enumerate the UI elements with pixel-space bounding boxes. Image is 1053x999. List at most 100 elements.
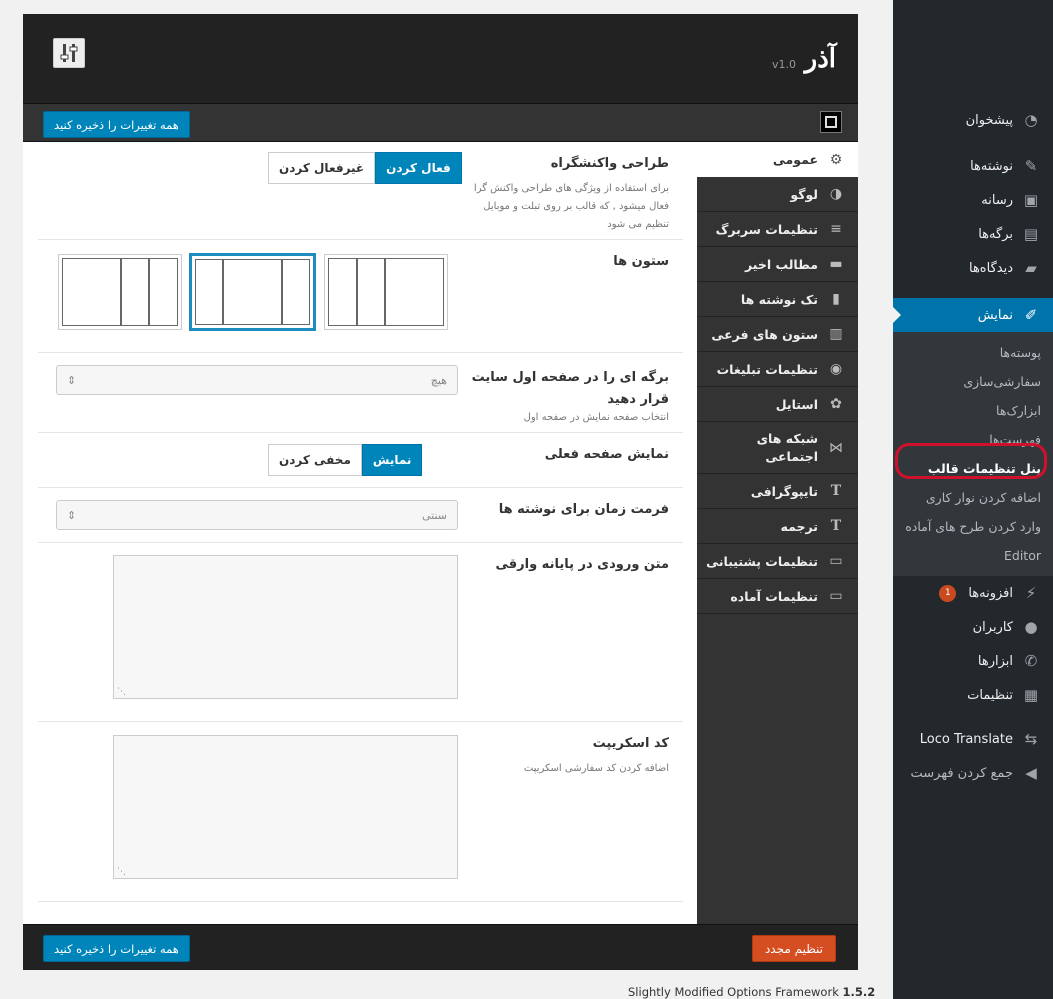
field-label: نمایش صفحه فعلی	[544, 447, 669, 462]
submenu-widgets[interactable]: ابزارک‌ها	[893, 396, 1053, 425]
current-page-toggle: مخفی کردن نمایش	[268, 444, 423, 476]
submenu-customize[interactable]: سفارشی‌سازی	[893, 367, 1053, 396]
comments-icon: ▰	[1025, 259, 1037, 277]
admin-sidebar: ◔ پیشخوان ✎ نوشته‌ها ▣ رسانه ▤ برگه‌ها ▰ دیدگ…	[893, 0, 1053, 999]
layout-option-3col-right[interactable]	[324, 254, 448, 330]
select-value: هیچ	[430, 373, 447, 387]
nav-logo[interactable]: ◑ لوگو	[697, 177, 858, 212]
field-label: ستون ها	[613, 254, 669, 269]
share-icon: ⋈	[829, 439, 843, 456]
login-text-textarea[interactable]	[113, 555, 458, 699]
nav-preset-settings[interactable]: ▭ تنظیمات آماده	[697, 579, 858, 614]
single-post-icon: ▮	[832, 291, 840, 307]
field-label: برگه ای را در صفحه اول سایت قرار دهید	[471, 370, 669, 407]
panel-header: آذر v1.0	[23, 14, 858, 104]
sidebar-item-tools[interactable]: ✆ ابزارها	[893, 644, 1053, 678]
submenu-themes[interactable]: پوسته‌ها	[893, 338, 1053, 367]
time-format-select[interactable]: ⇕ سنتی	[56, 500, 458, 530]
tools-wrench-icon: ✆	[1024, 652, 1038, 670]
nav-label: تنظیمات آماده	[730, 588, 818, 604]
sidebar-item-label: افزونه‌ها	[968, 585, 1013, 601]
reset-button[interactable]: تنظیم مجدد	[751, 935, 836, 962]
nav-label: تنظیمات پشتیبانی	[706, 553, 818, 569]
field-front-page: برگه ای را در صفحه اول سایت قرار دهید ان…	[38, 353, 683, 433]
sidebar-item-loco-translate[interactable]: ⇆ Loco Translate	[893, 722, 1053, 756]
select-arrows-icon: ⇕	[67, 508, 77, 522]
dashboard-icon: ◔	[1024, 111, 1038, 129]
nav-label: شبکه های اجتماعی	[756, 430, 818, 464]
folder-icon: ▬	[829, 256, 843, 272]
logo-icon: ◑	[829, 186, 843, 202]
front-page-select[interactable]: ⇕ هیچ	[56, 365, 458, 395]
expand-view-icon[interactable]	[820, 111, 842, 133]
credit-version: 1.5.2	[842, 985, 876, 999]
nav-ads-settings[interactable]: ◉ تنظیمات تبلیغات	[697, 352, 858, 387]
script-code-textarea[interactable]	[113, 735, 458, 879]
panel-toolbar: همه تغییرات را ذخیره کنید	[23, 104, 858, 142]
pages-icon: ▤	[1023, 225, 1039, 243]
save-all-button-top[interactable]: همه تغییرات را ذخیره کنید	[43, 111, 190, 138]
field-current-page: نمایش صفحه فعلی مخفی کردن نمایش	[38, 433, 683, 488]
nav-style[interactable]: ✿ استایل	[697, 387, 858, 422]
hide-button[interactable]: مخفی کردن	[268, 444, 362, 476]
field-script: کد اسکریپت اضافه کردن کد سفارشی اسکریپت	[38, 722, 683, 902]
nav-header-settings[interactable]: ≡ تنظیمات سربرگ	[697, 212, 858, 247]
field-responsive: طراحی واکنشگراه برای استفاده از ویژگی ها…	[38, 142, 683, 240]
field-label: متن ورودی در پایانه وارقی	[495, 557, 669, 572]
sidebar-item-plugins[interactable]: ⚡ افزونه‌ها 1	[893, 576, 1053, 610]
nav-general[interactable]: ⚙ عمومی	[697, 142, 858, 177]
nav-recent-posts[interactable]: ▬ مطالب اخیر	[697, 247, 858, 282]
nav-label: استایل	[775, 396, 818, 412]
layout-option-3col-left[interactable]	[58, 254, 182, 330]
translate-icon: ⇆	[1024, 730, 1038, 748]
nav-translation[interactable]: T ترجمه	[697, 509, 858, 544]
settings-icon: ▦	[1023, 686, 1039, 704]
sidebar-item-label: نمایش	[977, 307, 1013, 323]
nav-typography[interactable]: T تایپوگرافی	[697, 474, 858, 509]
update-count-badge: 1	[939, 584, 957, 602]
sidebar-item-label: جمع کردن فهرست	[910, 765, 1013, 781]
sidebar-item-comments[interactable]: ▰ دیدگاه‌ها	[893, 251, 1053, 285]
layout-option-3col-center[interactable]	[189, 253, 316, 331]
sidebar-item-appearance[interactable]: ✐ نمایش	[893, 298, 1053, 332]
sidebar-item-posts[interactable]: ✎ نوشته‌ها	[893, 149, 1053, 183]
submenu-import-demos[interactable]: وارد کردن طرح های آماده	[893, 512, 1053, 541]
sidebar-item-label: تنظیمات	[967, 687, 1013, 703]
credit-text: Slightly Modified Options Framework	[628, 985, 843, 999]
sidebar-item-label: ابزارها	[977, 653, 1013, 669]
ads-lightbulb-icon: ◉	[829, 361, 843, 377]
sidebar-item-users[interactable]: ● کاربران	[893, 610, 1053, 644]
submenu-editor[interactable]: Editor	[893, 541, 1053, 570]
nav-label: تنظیمات تبلیغات	[716, 361, 818, 377]
field-label: فرمت زمان برای نوشته ها	[498, 502, 669, 517]
theme-title: آذر	[804, 44, 836, 74]
floppy-icon: ▭	[829, 553, 843, 569]
save-all-button-bottom[interactable]: همه تغییرات را ذخیره کنید	[43, 935, 190, 962]
sidebar-item-label: رسانه	[981, 192, 1013, 208]
field-description: اضافه کردن کد سفارشی اسکریپت	[523, 763, 669, 774]
nav-label: عمومی	[772, 152, 818, 167]
enable-button[interactable]: فعال کردن	[375, 152, 462, 184]
show-button[interactable]: نمایش	[361, 444, 423, 476]
field-description: برای استفاده از ویژگی های طراحی واکنش گر…	[473, 183, 669, 230]
nav-sidebars[interactable]: ▥ ستون های فرعی	[697, 317, 858, 352]
sliders-logo-icon	[53, 38, 85, 68]
sidebar-item-media[interactable]: ▣ رسانه	[893, 183, 1053, 217]
plugins-icon: ⚡	[1025, 584, 1037, 602]
sidebar-item-settings[interactable]: ▦ تنظیمات	[893, 678, 1053, 712]
floppy-icon: ▭	[829, 588, 843, 604]
gear-icon: ⚙	[829, 151, 843, 168]
disable-button[interactable]: غیرفعال کردن	[268, 152, 376, 184]
nav-label: تک نوشته ها	[740, 291, 818, 307]
nav-support-settings[interactable]: ▭ تنظیمات پشتیبانی	[697, 544, 858, 579]
nav-social-networks[interactable]: ⋈ شبکه های اجتماعی	[697, 422, 858, 474]
field-login-text: متن ورودی در پایانه وارقی	[38, 543, 683, 722]
submenu-add-toolbar[interactable]: اضافه کردن نوار کاری	[893, 483, 1053, 512]
sidebar-item-pages[interactable]: ▤ برگه‌ها	[893, 217, 1053, 251]
sidebar-item-dashboard[interactable]: ◔ پیشخوان	[893, 103, 1053, 137]
collapse-menu-button[interactable]: ◀ جمع کردن فهرست	[893, 756, 1053, 790]
collapse-icon: ◀	[1025, 764, 1037, 782]
field-label: کد اسکریپت	[592, 736, 669, 751]
nav-label: تنظیمات سربرگ	[715, 221, 818, 237]
nav-single-posts[interactable]: ▮ تک نوشته ها	[697, 282, 858, 317]
